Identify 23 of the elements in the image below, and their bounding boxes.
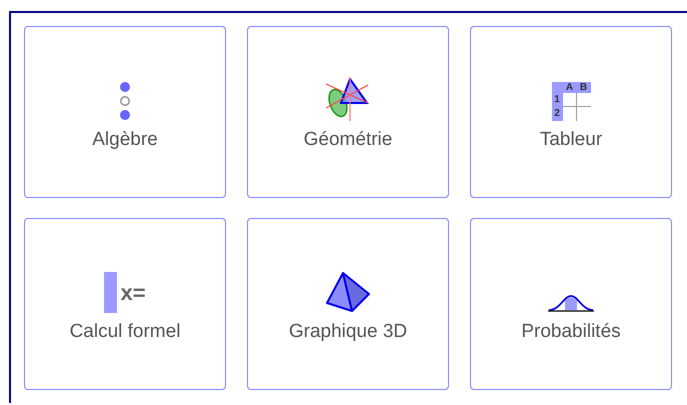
bar-icon	[104, 272, 118, 313]
app-label: Géométrie	[304, 129, 392, 151]
dots-icon	[118, 81, 132, 121]
app-card[interactable]: Algèbre	[24, 26, 226, 198]
app-label: Probabilités	[521, 321, 621, 343]
bell-curve-icon	[548, 293, 594, 313]
app-label: Calcul formel	[70, 321, 180, 343]
row-number: 2	[552, 107, 562, 121]
app-card[interactable]: Probabilités	[470, 218, 672, 390]
app-label: Tableur	[540, 129, 602, 151]
grid-cell	[562, 93, 576, 107]
pyramid-icon	[325, 271, 371, 313]
geometry-icon	[324, 77, 372, 121]
app-label: Algèbre	[92, 129, 158, 151]
app-card[interactable]: Géométrie	[247, 26, 449, 198]
column-letter: A	[562, 82, 576, 93]
app-label: Graphique 3D	[288, 321, 408, 343]
app-card[interactable]: x= Calcul formel	[24, 218, 226, 390]
app-card[interactable]: Graphique 3D	[247, 218, 449, 390]
column-letter: B	[576, 82, 590, 93]
app-card[interactable]: A B 1 2 Tableur	[470, 26, 672, 198]
formula-icon-text: x=	[120, 280, 146, 306]
row-number: 1	[552, 93, 562, 107]
